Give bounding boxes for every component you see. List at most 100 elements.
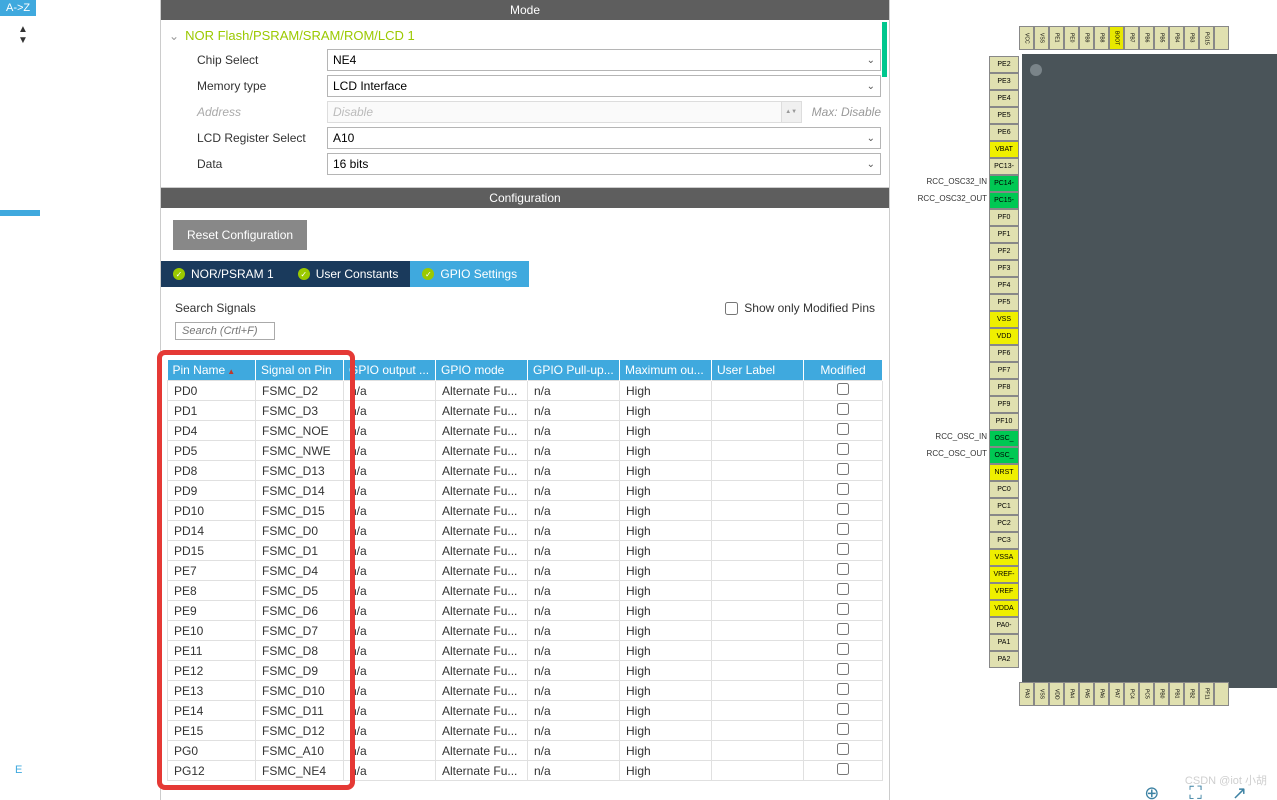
chip-pin[interactable]: PA6 bbox=[1094, 682, 1109, 706]
search-input[interactable] bbox=[175, 322, 275, 340]
az-sort-label[interactable]: A->Z bbox=[0, 0, 36, 16]
chip-pin[interactable]: PE3 bbox=[989, 73, 1019, 90]
chip-pin[interactable]: PF2 bbox=[989, 243, 1019, 260]
chip-pin[interactable]: PE6 bbox=[989, 124, 1019, 141]
chip-pin[interactable]: PF7 bbox=[989, 362, 1019, 379]
modified-checkbox[interactable] bbox=[837, 723, 849, 735]
modified-checkbox[interactable] bbox=[837, 663, 849, 675]
table-row[interactable]: PD15FSMC_D1n/aAlternate Fu...n/aHigh bbox=[168, 541, 883, 561]
chip-pin[interactable] bbox=[1214, 682, 1229, 706]
modified-checkbox[interactable] bbox=[837, 383, 849, 395]
chip-pin[interactable]: VDDA bbox=[989, 600, 1019, 617]
chip-pin[interactable]: OSC_ bbox=[989, 430, 1019, 447]
chip-pin[interactable]: PF11 bbox=[1199, 682, 1214, 706]
memory-type-dropdown[interactable]: LCD Interface⌄ bbox=[327, 75, 881, 97]
chip-pin[interactable]: PA0- bbox=[989, 617, 1019, 634]
col-gpio-mode[interactable]: GPIO mode bbox=[436, 360, 528, 381]
chip-pin[interactable]: PE0 bbox=[1064, 26, 1079, 50]
chip-pin[interactable]: PA7 bbox=[1109, 682, 1124, 706]
table-row[interactable]: PE14FSMC_D11n/aAlternate Fu...n/aHigh bbox=[168, 701, 883, 721]
modified-checkbox[interactable] bbox=[837, 743, 849, 755]
modified-checkbox[interactable] bbox=[837, 423, 849, 435]
chip-pin[interactable]: PC5 bbox=[1139, 682, 1154, 706]
table-row[interactable]: PE15FSMC_D12n/aAlternate Fu...n/aHigh bbox=[168, 721, 883, 741]
chip-pin[interactable]: PE2 bbox=[989, 56, 1019, 73]
chip-pin[interactable]: PA2 bbox=[989, 651, 1019, 668]
table-row[interactable]: PD8FSMC_D13n/aAlternate Fu...n/aHigh bbox=[168, 461, 883, 481]
chip-pin[interactable]: PF1 bbox=[989, 226, 1019, 243]
chip-pin[interactable]: BOOT bbox=[1109, 26, 1124, 50]
modified-checkbox[interactable] bbox=[837, 523, 849, 535]
chip-pin[interactable]: PC15- bbox=[989, 192, 1019, 209]
chip-pin[interactable]: VSSA bbox=[989, 549, 1019, 566]
chip-pin[interactable]: PC4 bbox=[1124, 682, 1139, 706]
col-gpio-output[interactable]: GPIO output ... bbox=[344, 360, 436, 381]
col-user-label[interactable]: User Label bbox=[712, 360, 804, 381]
chip-pin[interactable]: PF8 bbox=[989, 379, 1019, 396]
chip-pin[interactable]: PB9 bbox=[1079, 26, 1094, 50]
col-gpio-pullup[interactable]: GPIO Pull-up... bbox=[528, 360, 620, 381]
chip-pin[interactable]: VSS bbox=[989, 311, 1019, 328]
chip-pin[interactable]: VREF- bbox=[989, 566, 1019, 583]
table-row[interactable]: PE13FSMC_D10n/aAlternate Fu...n/aHigh bbox=[168, 681, 883, 701]
chip-pin[interactable]: PB3 bbox=[1184, 26, 1199, 50]
show-modified-checkbox[interactable] bbox=[725, 302, 738, 315]
fullscreen-icon[interactable]: ⛶ bbox=[1189, 783, 1202, 800]
modified-checkbox[interactable] bbox=[837, 623, 849, 635]
chip-pin[interactable]: PA4 bbox=[1064, 682, 1079, 706]
chip-pin[interactable]: NRST bbox=[989, 464, 1019, 481]
modified-checkbox[interactable] bbox=[837, 643, 849, 655]
chip-pin[interactable]: VDD bbox=[989, 328, 1019, 345]
modified-checkbox[interactable] bbox=[837, 443, 849, 455]
chip-pin[interactable]: VCC bbox=[1019, 26, 1034, 50]
tab-gpio-settings[interactable]: ✓GPIO Settings bbox=[410, 261, 529, 287]
chip-pin[interactable]: VSS bbox=[1034, 26, 1049, 50]
sort-toggle-icon[interactable]: ▲▼ bbox=[18, 24, 28, 46]
table-row[interactable]: PG0FSMC_A10n/aAlternate Fu...n/aHigh bbox=[168, 741, 883, 761]
table-row[interactable]: PE10FSMC_D7n/aAlternate Fu...n/aHigh bbox=[168, 621, 883, 641]
chip-select-dropdown[interactable]: NE4⌄ bbox=[327, 49, 881, 71]
modified-checkbox[interactable] bbox=[837, 543, 849, 555]
chip-pin[interactable]: PF9 bbox=[989, 396, 1019, 413]
reset-config-button[interactable]: Reset Configuration bbox=[173, 220, 307, 250]
modified-checkbox[interactable] bbox=[837, 503, 849, 515]
chip-pin[interactable]: VDD bbox=[1049, 682, 1064, 706]
chip-pin[interactable]: PF5 bbox=[989, 294, 1019, 311]
table-row[interactable]: PD10FSMC_D15n/aAlternate Fu...n/aHigh bbox=[168, 501, 883, 521]
modified-checkbox[interactable] bbox=[837, 463, 849, 475]
modified-checkbox[interactable] bbox=[837, 563, 849, 575]
col-pin-name[interactable]: Pin Name▲ bbox=[168, 360, 256, 381]
table-row[interactable]: PE7FSMC_D4n/aAlternate Fu...n/aHigh bbox=[168, 561, 883, 581]
chip-pin[interactable]: PB5 bbox=[1154, 26, 1169, 50]
modified-checkbox[interactable] bbox=[837, 683, 849, 695]
table-row[interactable]: PD4FSMC_NOEn/aAlternate Fu...n/aHigh bbox=[168, 421, 883, 441]
chevron-down-icon[interactable]: ⌄ bbox=[169, 29, 179, 43]
chip-pin[interactable]: PF4 bbox=[989, 277, 1019, 294]
tab-nor-psram[interactable]: ✓NOR/PSRAM 1 bbox=[161, 261, 286, 287]
mode-scrollbar[interactable] bbox=[882, 22, 887, 77]
chip-pin[interactable]: VBAT bbox=[989, 141, 1019, 158]
chip-pin[interactable]: PG15 bbox=[1199, 26, 1214, 50]
table-row[interactable]: PG12FSMC_NE4n/aAlternate Fu...n/aHigh bbox=[168, 761, 883, 781]
chip-pin[interactable]: PC3 bbox=[989, 532, 1019, 549]
pinout-view[interactable]: VCCVSSPE1PE0PB9PB8BOOTPB7PB6PB5PB4PB3PG1… bbox=[890, 0, 1277, 800]
chip-pin[interactable]: PB7 bbox=[1124, 26, 1139, 50]
zoom-fit-icon[interactable]: ⊕ bbox=[1144, 783, 1159, 800]
chip-pin[interactable] bbox=[1214, 26, 1229, 50]
chip-pin[interactable]: PE1 bbox=[1049, 26, 1064, 50]
chip-pin[interactable]: PF3 bbox=[989, 260, 1019, 277]
col-max-output[interactable]: Maximum ou... bbox=[620, 360, 712, 381]
lcd-reg-dropdown[interactable]: A10⌄ bbox=[327, 127, 881, 149]
modified-checkbox[interactable] bbox=[837, 483, 849, 495]
col-signal[interactable]: Signal on Pin bbox=[256, 360, 344, 381]
chip-pin[interactable]: PE5 bbox=[989, 107, 1019, 124]
chip-pin[interactable]: PB2 bbox=[1184, 682, 1199, 706]
chip-pin[interactable]: PA5 bbox=[1079, 682, 1094, 706]
modified-checkbox[interactable] bbox=[837, 763, 849, 775]
table-row[interactable]: PD9FSMC_D14n/aAlternate Fu...n/aHigh bbox=[168, 481, 883, 501]
table-row[interactable]: PE11FSMC_D8n/aAlternate Fu...n/aHigh bbox=[168, 641, 883, 661]
modified-checkbox[interactable] bbox=[837, 583, 849, 595]
chip-pin[interactable]: OSC_ bbox=[989, 447, 1019, 464]
modified-checkbox[interactable] bbox=[837, 403, 849, 415]
export-icon[interactable]: ↗ bbox=[1232, 783, 1247, 800]
